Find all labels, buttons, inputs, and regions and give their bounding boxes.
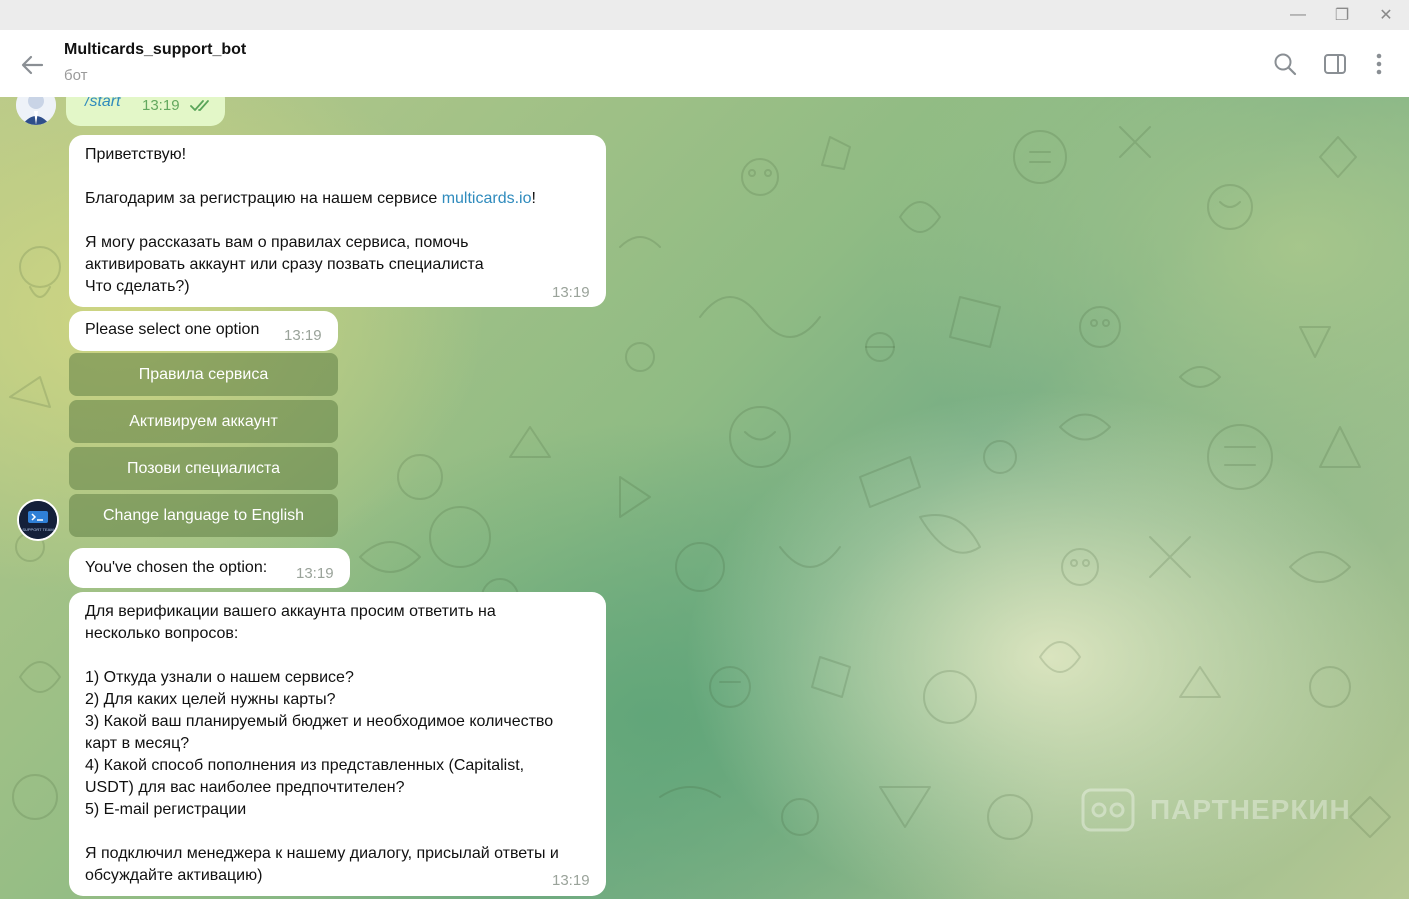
back-arrow-icon[interactable]	[16, 48, 50, 82]
window-title-bar: — ❐ ✕	[0, 0, 1409, 30]
outgoing-message[interactable]: /start 13:19	[66, 97, 225, 126]
text-line: 1) Откуда узнали о нашем сервисе?	[85, 669, 354, 686]
greeting-line: Приветствую!	[85, 146, 187, 163]
text-line: Для верификации вашего аккаунта просим о…	[85, 603, 496, 620]
text-line: Я подключил менеджера к нашему диалогу, …	[85, 845, 559, 862]
keyboard-button-language[interactable]: Change language to English	[69, 494, 338, 537]
bot-avatar[interactable]: SUPPORT TEAM	[17, 499, 59, 541]
site-link[interactable]: multicards.io	[442, 190, 532, 207]
more-vertical-icon[interactable]	[1365, 50, 1393, 78]
chat-header: Multicards_support_bot бот	[0, 30, 1409, 98]
text-line: USDT) для вас наиболее предпочтителен?	[85, 779, 405, 796]
watermark-text: ПАРТНЕРКИН	[1150, 794, 1351, 825]
sidebar-toggle-icon[interactable]	[1321, 50, 1349, 78]
keyboard-button-rules[interactable]: Правила сервиса	[69, 353, 338, 396]
text-line: 2) Для каких целей нужны карты?	[85, 691, 336, 708]
chat-subtitle: бот	[64, 67, 88, 84]
incoming-message-verification[interactable]: Для верификации вашего аккаунта просим о…	[69, 592, 606, 896]
message-time: 13:19	[552, 872, 590, 889]
bot-avatar-caption: SUPPORT TEAM	[22, 527, 54, 532]
watermark: ПАРТНЕРКИН	[1080, 787, 1351, 833]
incoming-message-chosen[interactable]: You've chosen the option: 13:19	[69, 548, 350, 588]
greeting-help-line: Я могу рассказать вам о правилах сервиса…	[85, 234, 469, 251]
chat-area[interactable]: /start 13:19 Приветствую! Благодарим за …	[0, 97, 1409, 899]
keyboard-button-activate[interactable]: Активируем аккаунт	[69, 400, 338, 443]
incoming-message-select[interactable]: Please select one option 13:19	[69, 311, 338, 351]
text-line: 5) E-mail регистрации	[85, 801, 247, 818]
greeting-question: Что сделать?)	[85, 278, 190, 295]
close-window-button[interactable]: ✕	[1364, 0, 1408, 30]
greeting-help-line-2: активировать аккаунт или сразу позвать с…	[85, 256, 484, 273]
greeting-thanks-line: Благодарим за регистрацию на нашем серви…	[85, 188, 536, 210]
text-line: несколько вопросов:	[85, 625, 239, 642]
message-time: 13:19	[142, 97, 180, 114]
text-line: карт в месяц?	[85, 735, 190, 752]
keyboard-button-specialist[interactable]: Позови специалиста	[69, 447, 338, 490]
message-time: 13:19	[296, 565, 334, 582]
text-line: 3) Какой ваш планируемый бюджет и необхо…	[85, 713, 554, 730]
command-text[interactable]: /start	[85, 97, 121, 111]
thanks-text: Благодарим за регистрацию на нашем серви…	[85, 190, 442, 207]
maximize-button[interactable]: ❐	[1320, 0, 1364, 30]
incoming-message-greeting[interactable]: Приветствую! Благодарим за регистрацию н…	[69, 135, 606, 307]
watermark-logo-icon	[1081, 788, 1135, 832]
double-check-icon	[190, 99, 214, 118]
text-line: обсуждайте активацию)	[85, 867, 263, 884]
select-prompt: Please select one option	[85, 321, 260, 338]
verification-text: Для верификации вашего аккаунта просим о…	[85, 601, 595, 887]
message-time: 13:19	[552, 284, 590, 301]
chosen-text: You've chosen the option:	[85, 559, 268, 576]
search-icon[interactable]	[1271, 50, 1299, 78]
thanks-suffix: !	[531, 190, 536, 207]
chat-title[interactable]: Multicards_support_bot	[64, 41, 246, 59]
text-line: 4) Какой способ пополнения из представле…	[85, 757, 525, 774]
minimize-button[interactable]: —	[1276, 0, 1320, 30]
message-time: 13:19	[284, 327, 322, 344]
